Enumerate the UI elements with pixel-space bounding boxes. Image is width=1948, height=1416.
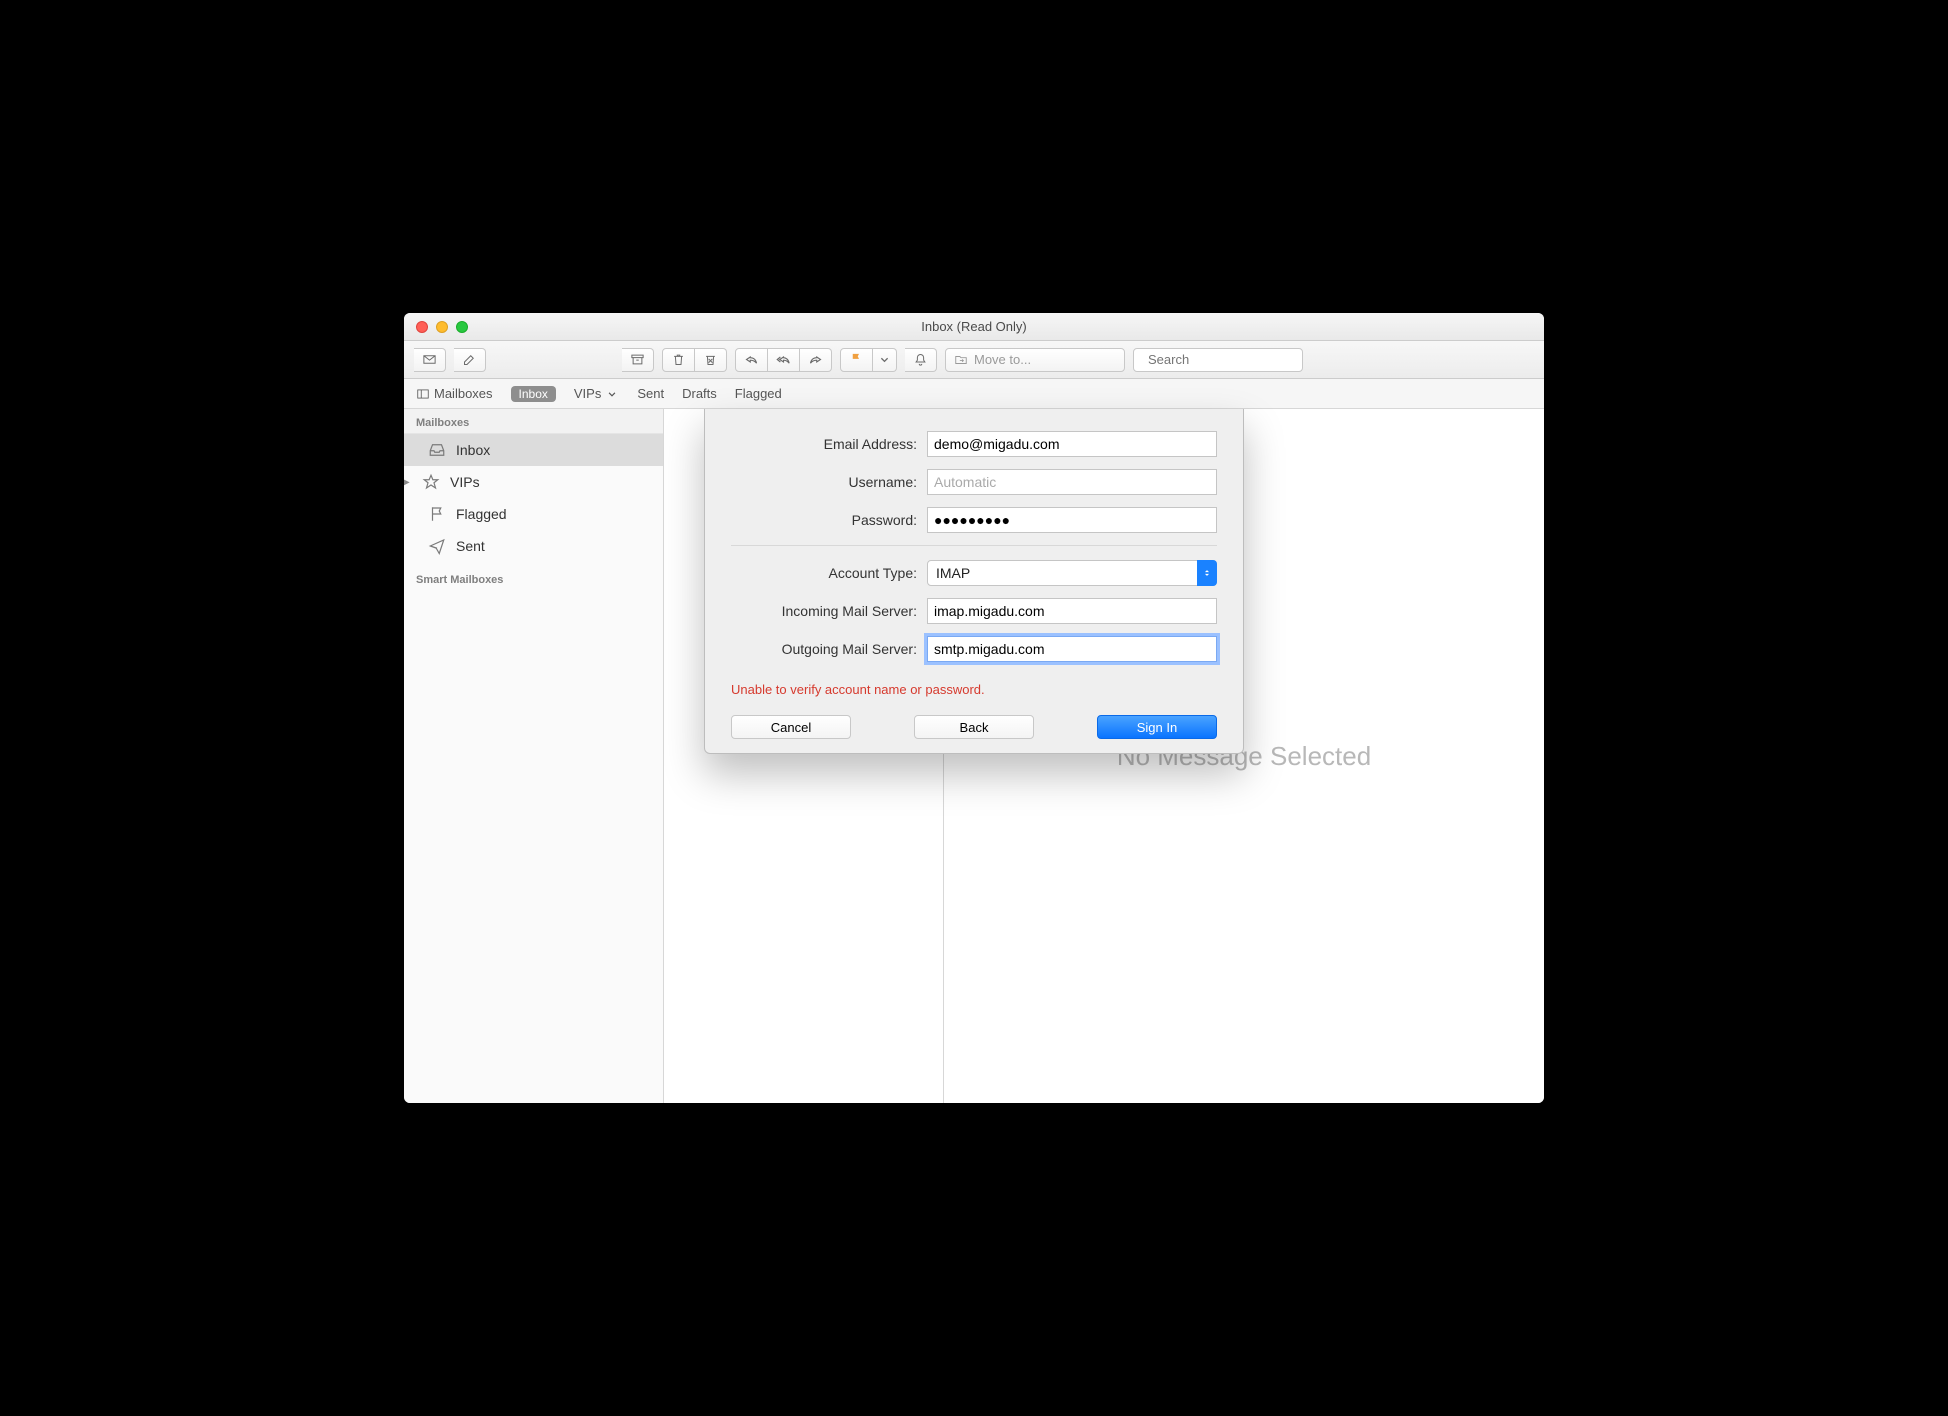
sidebar-item-label: VIPs [450,474,480,490]
sidebar-item-vips[interactable]: ▶ VIPs [404,466,663,498]
flag-icon [428,505,446,523]
envelope-icon [422,352,437,367]
sidebar-item-inbox[interactable]: Inbox [404,434,663,466]
titlebar: Inbox (Read Only) [404,313,1544,341]
window-title: Inbox (Read Only) [404,319,1544,334]
account-type-select[interactable]: IMAP [927,560,1217,586]
search-input[interactable] [1146,351,1326,368]
sidebar-item-label: Inbox [456,442,490,458]
password-input[interactable] [927,507,1217,533]
flag-menu-button[interactable] [873,348,897,372]
window-minimize-button[interactable] [436,321,448,333]
label-outgoing: Outgoing Mail Server: [731,641,917,657]
reply-all-icon [776,352,791,367]
label-password: Password: [731,512,917,528]
fav-mailboxes[interactable]: Mailboxes [416,386,493,401]
sidebar-item-flagged[interactable]: Flagged [404,498,663,530]
junk-icon [703,352,718,367]
compose-icon [462,352,477,367]
fav-drafts[interactable]: Drafts [682,386,717,401]
outgoing-server-input[interactable] [927,636,1217,662]
flag-button[interactable] [840,348,873,372]
label-username: Username: [731,474,917,490]
email-input[interactable] [927,431,1217,457]
inbox-icon [428,441,446,459]
sidebar-item-label: Flagged [456,506,507,522]
label-email: Email Address: [731,436,917,452]
fav-vips[interactable]: VIPs [574,386,619,401]
reply-button[interactable] [735,348,768,372]
username-input[interactable] [927,469,1217,495]
search-field[interactable] [1133,348,1303,372]
forward-button[interactable] [800,348,832,372]
favorites-bar: Mailboxes Inbox VIPs Sent Drafts Flagged [404,379,1544,409]
paperplane-icon [428,537,446,555]
label-account-type: Account Type: [731,565,917,581]
divider [731,545,1217,546]
chevron-down-icon [877,352,892,367]
back-button[interactable]: Back [914,715,1034,739]
error-text: Unable to verify account name or passwor… [705,680,1243,707]
label-incoming: Incoming Mail Server: [731,603,917,619]
mail-window: Inbox (Read Only) [404,313,1544,1103]
move-to-placeholder: Move to... [974,352,1031,367]
fav-inbox[interactable]: Inbox [511,386,556,402]
sidebar-section-smart: Smart Mailboxes [404,562,663,590]
incoming-server-input[interactable] [927,598,1217,624]
traffic-lights [404,321,468,333]
signin-button[interactable]: Sign In [1097,715,1217,739]
move-to-icon [954,353,968,367]
fav-mailboxes-label: Mailboxes [434,386,493,401]
flag-icon [849,352,864,367]
fav-vips-label: VIPs [574,386,601,401]
archive-button[interactable] [622,348,654,372]
compose-button[interactable] [454,348,486,372]
window-zoom-button[interactable] [456,321,468,333]
chevron-down-icon [605,387,619,401]
junk-button[interactable] [695,348,727,372]
get-mail-button[interactable] [414,348,446,372]
account-type-value: IMAP [936,565,970,581]
fav-flagged[interactable]: Flagged [735,386,782,401]
star-icon [422,473,440,491]
archive-icon [630,352,645,367]
sidebar: Mailboxes Inbox ▶ VIPs Flagged Sent Smar… [404,409,664,1103]
reply-icon [744,352,759,367]
sidebar-toggle-icon [416,387,430,401]
account-setup-sheet: Email Address: Username: Password: Accou… [704,409,1244,754]
toolbar: Move to... [404,341,1544,379]
mute-button[interactable] [905,348,937,372]
move-to-field[interactable]: Move to... [945,348,1125,372]
trash-icon [671,352,686,367]
forward-icon [808,352,823,367]
sidebar-item-sent[interactable]: Sent [404,530,663,562]
cancel-button[interactable]: Cancel [731,715,851,739]
select-arrows-icon [1197,560,1217,586]
sidebar-section-mailboxes: Mailboxes [404,409,663,434]
bell-icon [913,352,928,367]
sidebar-item-label: Sent [456,538,485,554]
fav-sent[interactable]: Sent [637,386,664,401]
window-close-button[interactable] [416,321,428,333]
reply-all-button[interactable] [768,348,800,372]
disclosure-triangle-icon[interactable]: ▶ [404,477,412,488]
delete-button[interactable] [662,348,695,372]
